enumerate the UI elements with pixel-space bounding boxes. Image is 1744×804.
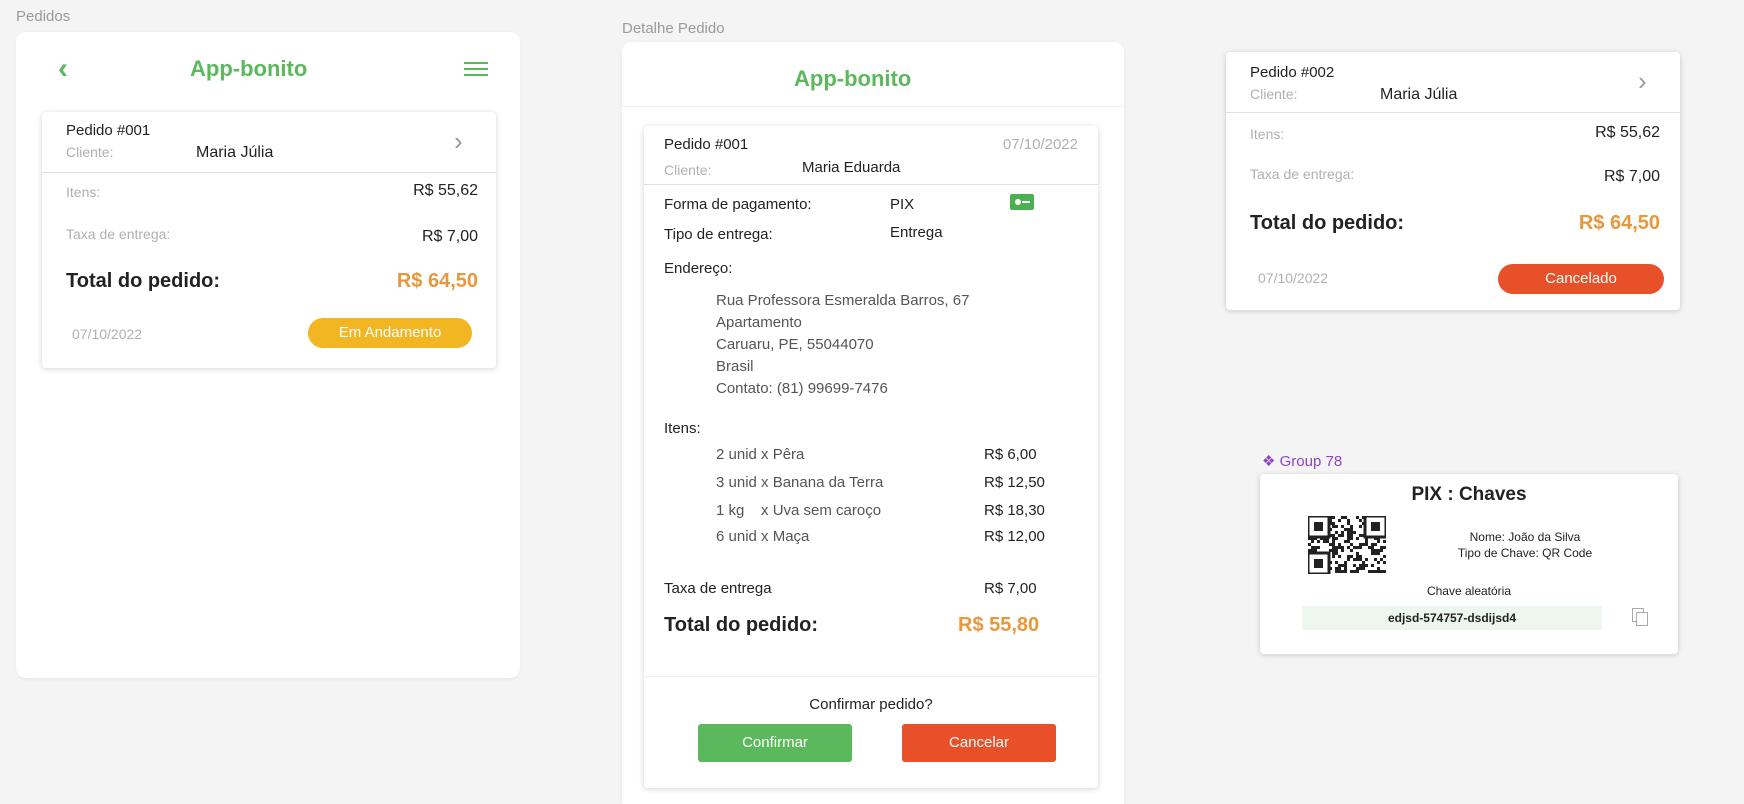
order-detail-card: Pedido #001 07/10/2022 Cliente: Maria Ed… — [644, 126, 1098, 788]
order-card-002[interactable]: Pedido #002 Cliente: Maria Júlia › Itens… — [1226, 52, 1680, 310]
app-title-detail: App-bonito — [794, 66, 912, 91]
payment-label: Forma de pagamento: — [664, 196, 812, 213]
item-price: R$ 12,00 — [984, 528, 1045, 545]
chevron-right-icon[interactable]: › — [1638, 66, 1647, 97]
item-price: R$ 18,30 — [984, 502, 1045, 519]
payment-value: PIX — [890, 196, 915, 213]
pix-card: PIX : Chaves Nome: João da Silva Tipo de… — [1260, 474, 1678, 654]
hamburger-menu-icon[interactable] — [464, 62, 488, 76]
items-value: R$ 55,62 — [1595, 124, 1660, 141]
detail-client-name: Maria Eduarda — [802, 159, 901, 176]
total-label: Total do pedido: — [66, 270, 221, 292]
order-number: Pedido #002 — [1250, 64, 1335, 81]
detail-order-number: Pedido #001 — [664, 136, 749, 153]
pix-key-value[interactable]: edjsd-574757-dsdijsd4 — [1302, 606, 1602, 630]
copy-icon[interactable] — [1632, 608, 1648, 626]
total-label: Total do pedido: — [1250, 212, 1405, 234]
random-key-label: Chave aleatória — [1426, 584, 1512, 598]
group-label: ❖ Group 78 — [1262, 453, 1343, 470]
delivery-type-value: Entrega — [890, 224, 943, 241]
confirm-question: Confirmar pedido? — [809, 696, 933, 713]
item-price: R$ 12,50 — [984, 474, 1045, 491]
cancel-button[interactable]: Cancelar — [902, 724, 1056, 762]
pix-owner-name: Nome: João da Silva — [1469, 530, 1581, 544]
pix-title: PIX : Chaves — [1411, 484, 1527, 505]
items-label: Itens: — [1250, 126, 1285, 142]
order-date: 07/10/2022 — [72, 326, 143, 342]
detail-client-label: Cliente: — [664, 162, 712, 178]
total-value: R$ 64,50 — [396, 270, 478, 292]
status-badge-cancelado[interactable]: Cancelado — [1498, 264, 1664, 294]
app-title: App-bonito — [190, 56, 308, 81]
address-contact: Contato: (81) 99699-7476 — [716, 380, 888, 397]
client-name: Maria Júlia — [196, 144, 274, 161]
qr-code-icon — [1306, 514, 1388, 576]
item-desc: 2 unid x Pêra — [716, 446, 805, 463]
order-date: 07/10/2022 — [1258, 270, 1329, 286]
address-label: Endereço: — [664, 260, 733, 277]
pix-key-type: Tipo de Chave: QR Code — [1457, 546, 1593, 560]
items-value: R$ 55,62 — [413, 182, 478, 199]
chevron-right-icon[interactable]: › — [454, 126, 463, 157]
fee-label: Taxa de entrega — [664, 580, 772, 597]
fee-value: R$ 7,00 — [984, 580, 1037, 597]
order-number: Pedido #001 — [66, 122, 151, 139]
detail-total-label: Total do pedido: — [664, 614, 819, 636]
delivery-label: Taxa de entrega: — [1250, 166, 1355, 182]
item-desc: 3 unid x Banana da Terra — [716, 474, 884, 491]
frame-label-detalhe: Detalhe Pedido — [622, 20, 725, 37]
order-card-001[interactable]: Pedido #001 Cliente: Maria Júlia › Itens… — [42, 112, 496, 368]
item-price: R$ 6,00 — [984, 446, 1037, 463]
address-line: Brasil — [716, 358, 754, 375]
delivery-type-label: Tipo de entrega: — [664, 226, 773, 243]
component-icon: ❖ — [1262, 453, 1280, 470]
confirm-button[interactable]: Confirmar — [698, 724, 852, 762]
frame-label-pedidos: Pedidos — [16, 8, 71, 25]
item-desc: 6 unid x Maça — [716, 528, 810, 545]
client-label: Cliente: — [1250, 86, 1298, 102]
back-icon[interactable]: ‹ — [58, 52, 68, 86]
total-value: R$ 64,50 — [1578, 212, 1660, 234]
detail-date: 07/10/2022 — [1002, 136, 1078, 153]
pix-icon[interactable] — [1010, 194, 1034, 210]
client-label: Cliente: — [66, 144, 114, 160]
detail-total-value: R$ 55,80 — [958, 614, 1040, 636]
items-label: Itens: — [66, 184, 101, 200]
status-badge-em-andamento[interactable]: Em Andamento — [308, 318, 472, 348]
items-label: Itens: — [664, 420, 701, 437]
delivery-value: R$ 7,00 — [1603, 168, 1660, 185]
delivery-value: R$ 7,00 — [421, 228, 478, 245]
delivery-label: Taxa de entrega: — [66, 226, 171, 242]
address-line: Apartamento — [716, 314, 802, 331]
client-name: Maria Júlia — [1380, 86, 1458, 103]
item-desc: 1 kg x Uva sem caroço — [716, 502, 882, 519]
address-line: Caruaru, PE, 55044070 — [716, 336, 874, 353]
address-line: Rua Professora Esmeralda Barros, 67 — [716, 292, 970, 309]
